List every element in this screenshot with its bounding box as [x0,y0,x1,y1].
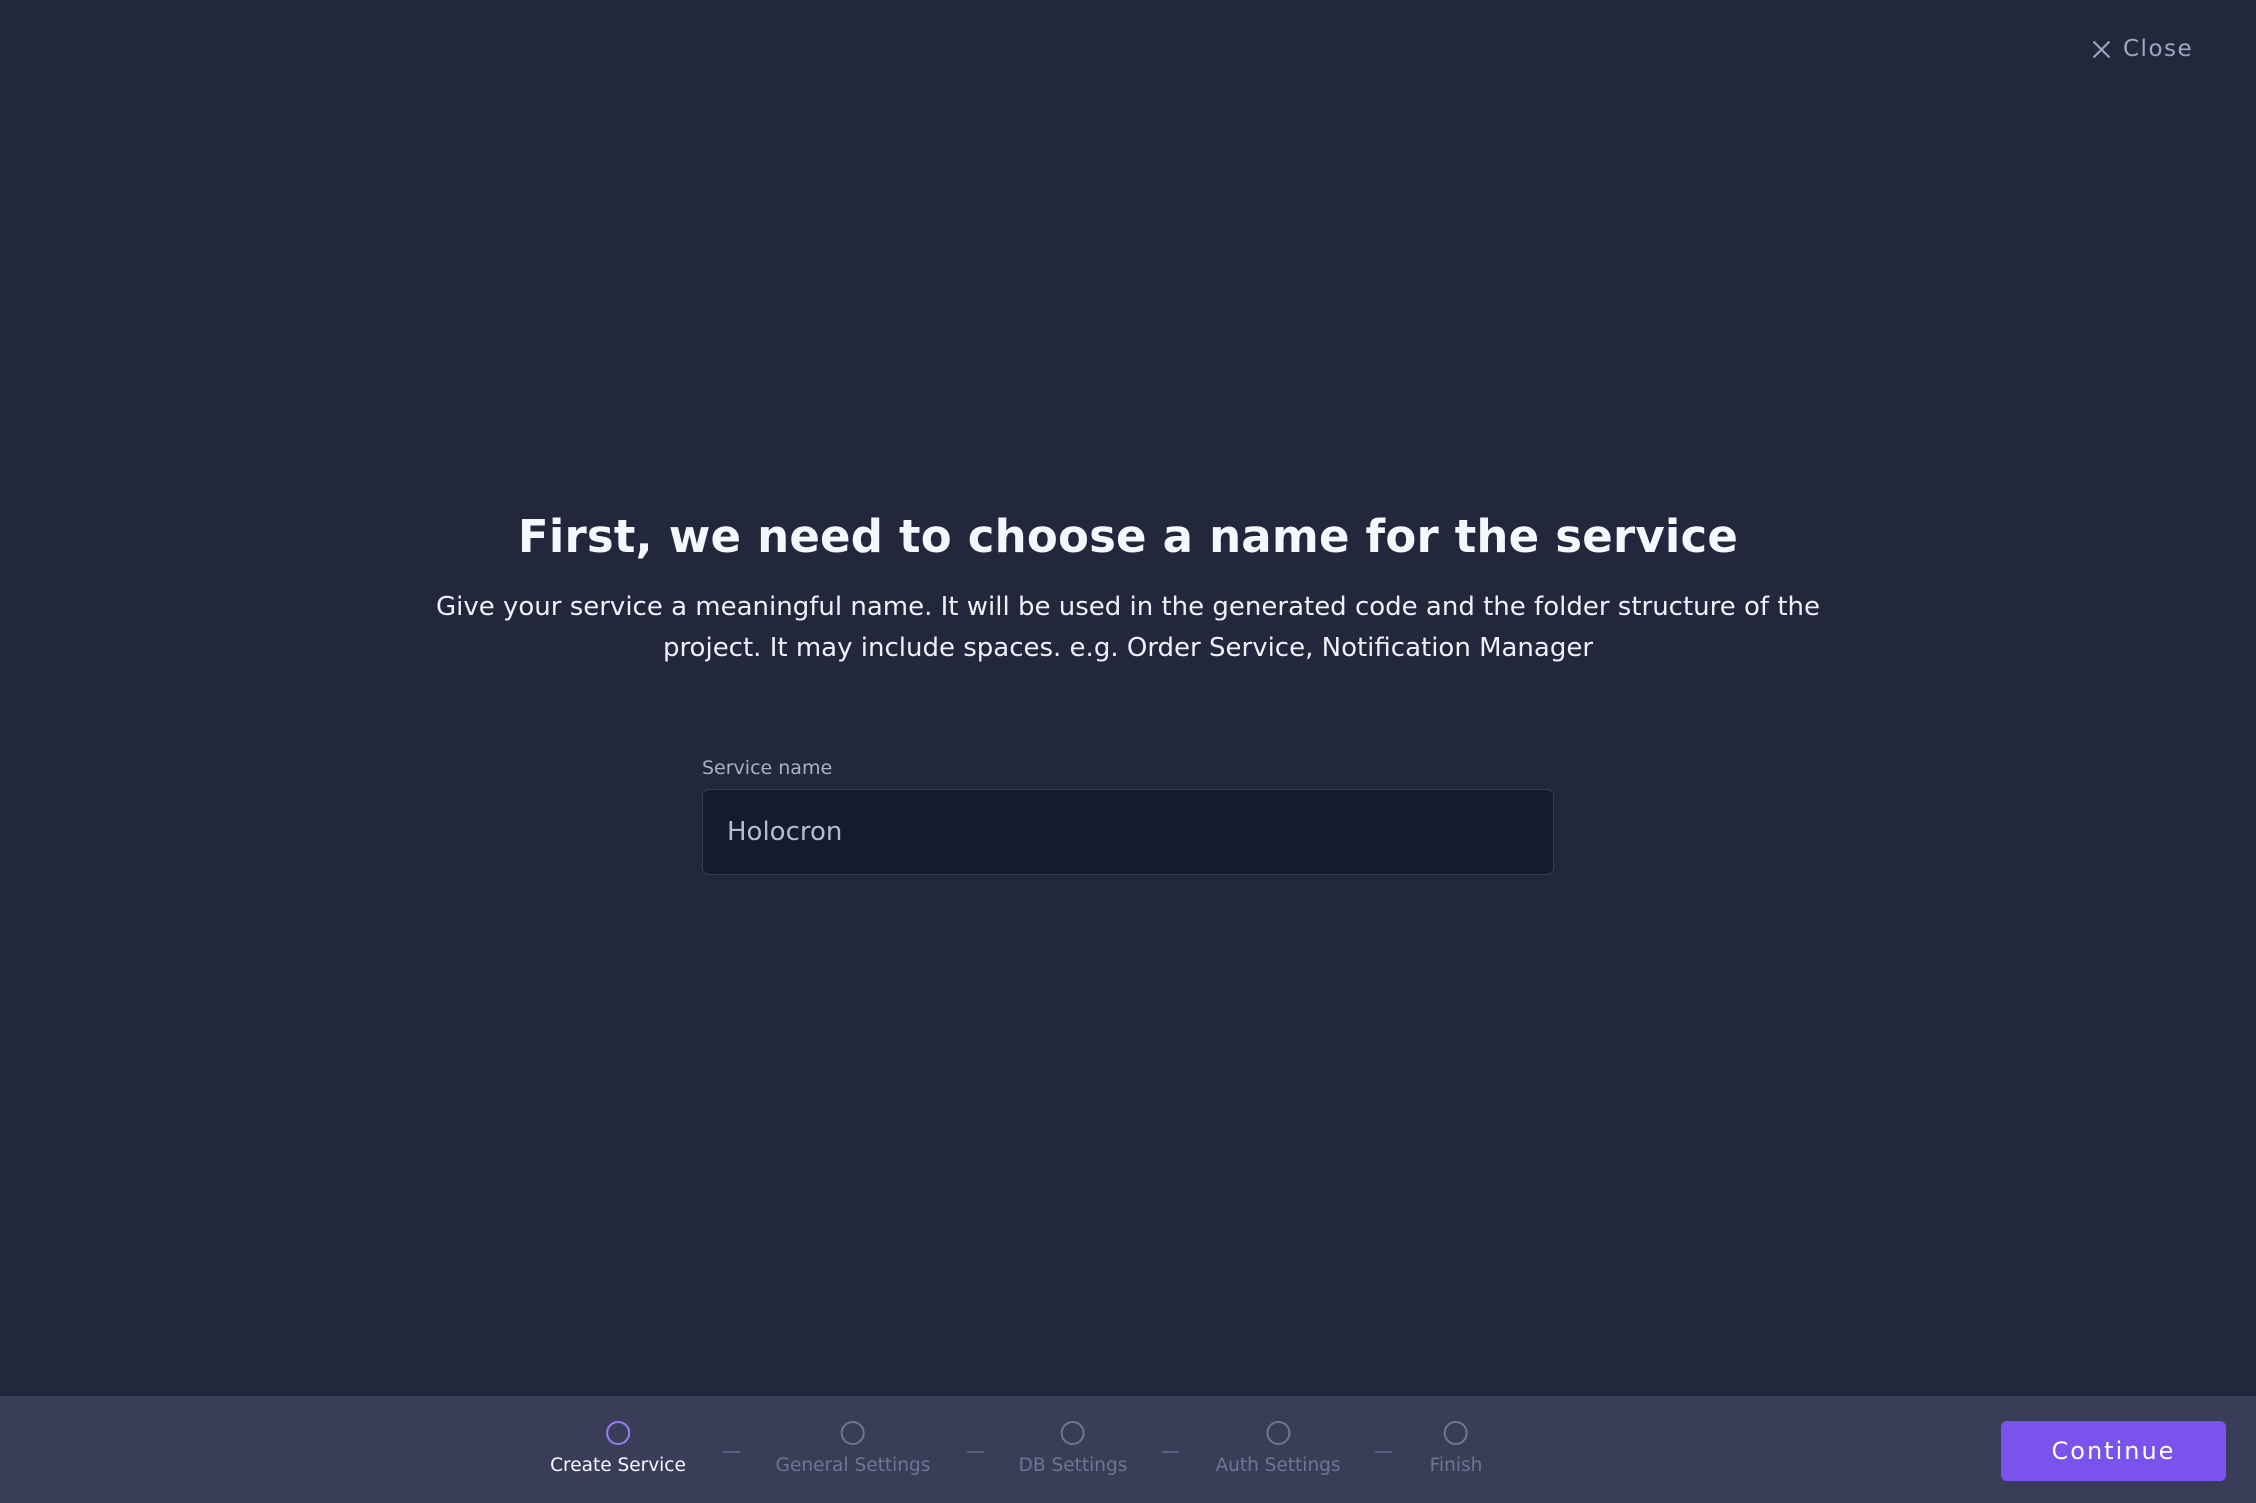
step-circle-icon [1266,1421,1290,1445]
service-name-label: Service name [702,757,833,779]
close-label: Close [2123,36,2194,62]
step-label: Auth Settings [1215,1455,1341,1476]
wizard-footer: Create Service General Settings DB Setti… [0,1396,2256,1503]
step-label: Finish [1429,1455,1483,1476]
main-content: First, we need to choose a name for the … [0,505,2256,669]
step-circle-icon [1060,1421,1085,1445]
close-icon [2092,40,2111,59]
step-db-settings[interactable]: DB Settings [1018,1421,1128,1479]
step-auth-settings[interactable]: Auth Settings [1215,1421,1341,1479]
wizard-stepper: Create Service General Settings DB Setti… [0,1396,2256,1503]
step-general-settings[interactable]: General Settings [775,1421,931,1479]
page-description: Give your service a meaningful name. It … [435,592,1821,663]
service-name-input[interactable] [702,789,1554,875]
close-button[interactable]: Close [2092,34,2193,64]
step-label: DB Settings [1018,1455,1128,1476]
step-separator [967,1451,984,1453]
step-circle-icon [840,1421,865,1445]
service-name-field: Service name [702,755,1554,875]
step-create-service[interactable]: Create Service [550,1421,686,1479]
step-separator [723,1451,740,1453]
page-title: First, we need to choose a name for the … [517,510,1739,563]
step-label: Create Service [550,1455,686,1476]
step-circle-icon [1443,1421,1468,1445]
step-label: General Settings [775,1455,931,1476]
step-separator [1375,1451,1392,1453]
continue-button[interactable]: Continue [2001,1421,2226,1481]
step-separator [1162,1451,1179,1453]
step-circle-icon [605,1421,630,1445]
step-finish[interactable]: Finish [1429,1421,1483,1479]
